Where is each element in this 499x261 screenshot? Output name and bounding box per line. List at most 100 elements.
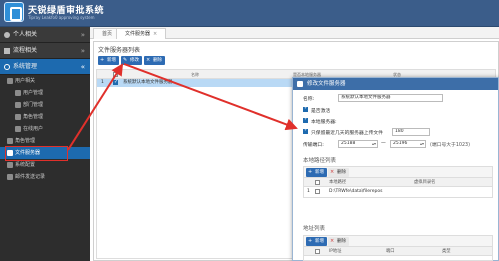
port-to-input[interactable]: 25196 ▴▾ xyxy=(390,140,426,148)
process-icon xyxy=(4,48,10,54)
column-header-ip: IP地址 xyxy=(329,249,342,254)
address-table: + 新增 × 删除 IP地址 端口 类型 xyxy=(303,235,493,261)
delete-icon: × xyxy=(146,57,151,63)
plus-icon: + xyxy=(100,57,105,63)
column-header-path: 本地路径 xyxy=(329,180,347,185)
sidebar-item-label: 在线用户 xyxy=(23,126,44,132)
sidebar-item-label: 角色管理 xyxy=(15,138,36,144)
sidebar-item-user-management[interactable]: 用户管理 xyxy=(0,87,90,99)
column-header-virtual: 虚拟目录名 xyxy=(414,180,436,185)
sidebar-group-system[interactable]: 系统管理 « xyxy=(0,59,90,75)
retain-days-input[interactable]: 180 xyxy=(392,128,430,136)
port-separator: — xyxy=(381,141,386,146)
select-all-addresses-checkbox[interactable] xyxy=(315,249,320,254)
sidebar-item-label: 系统配置 xyxy=(15,162,36,168)
port-to-value: 25196 xyxy=(393,141,408,146)
sidebar-item-label: 部门管理 xyxy=(23,102,44,108)
select-all-checkbox[interactable] xyxy=(113,72,118,77)
sidebar-item-online-users[interactable]: 在线用户 xyxy=(0,123,90,135)
local-paths-table: + 新增 × 删除 本地路径 虚拟目录名 1 D:\TRWfe\data\filer… xyxy=(303,166,493,198)
sidebar-item-user-related[interactable]: 用户相关 xyxy=(0,75,90,87)
role-icon xyxy=(15,114,21,120)
address-header: IP地址 端口 类型 xyxy=(304,247,492,256)
enable-checkbox[interactable] xyxy=(303,105,308,112)
local-paths-title: 本地路径列表 xyxy=(303,158,337,164)
sidebar-item-label: 邮件发送记录 xyxy=(15,174,46,180)
online-user-icon xyxy=(15,126,21,132)
sidebar-group-personal[interactable]: 个人相关 » xyxy=(0,27,90,43)
tab-label: 文件服务器 xyxy=(125,31,151,37)
port-hint: (端口号大于1023) xyxy=(430,143,470,148)
highlight-box xyxy=(5,146,68,161)
delete-button-label: 删除 xyxy=(153,58,162,63)
user-icon xyxy=(15,90,21,96)
gear-icon xyxy=(4,64,10,70)
close-icon[interactable]: × xyxy=(153,31,157,37)
user-icon xyxy=(4,32,10,38)
edit-file-server-dialog: 修改文件服务器 名称: 系统默认本地文件服务器 是否激活 本地服务器: 只保留最… xyxy=(292,77,499,261)
delete-path-label: 删除 xyxy=(337,170,346,175)
delete-icon: × xyxy=(330,169,335,175)
local-server-checkbox[interactable] xyxy=(303,116,308,123)
config-icon xyxy=(7,162,13,168)
name-input[interactable]: 系统默认本地文件服务器 xyxy=(338,94,443,102)
column-header-port: 端口 xyxy=(386,249,395,254)
department-icon xyxy=(15,102,21,108)
port-label: 传输端口: xyxy=(303,143,324,148)
sidebar-item-department-management[interactable]: 部门管理 xyxy=(0,99,90,111)
column-header-type: 类型 xyxy=(442,249,451,254)
local-paths-header: 本地路径 虚拟目录名 xyxy=(304,178,492,187)
sidebar-group-process[interactable]: 流程相关 » xyxy=(0,43,90,59)
sidebar-group-label: 流程相关 xyxy=(13,47,38,54)
edit-button-label: 修改 xyxy=(130,58,139,63)
retain-days-label: 只保留最近几天的服务器上传文件 xyxy=(311,131,383,136)
port-from-value: 25188 xyxy=(341,141,356,146)
local-paths-toolbar: + 新增 × 删除 xyxy=(304,167,492,178)
add-button[interactable]: + 新增 xyxy=(98,56,119,65)
add-path-button[interactable]: + 新增 xyxy=(306,168,327,177)
local-path-row[interactable]: 1 D:\TRWfe\data\filerepos xyxy=(304,187,492,197)
page-title: 文件服务器列表 xyxy=(98,47,141,54)
row-checkbox[interactable] xyxy=(315,189,320,194)
tab-file-server[interactable]: 文件服务器 × xyxy=(116,28,167,39)
sidebar-group-label: 个人相关 xyxy=(13,31,38,38)
app-subtitle: Tipray Leakfo0 approving system xyxy=(28,15,95,20)
add-address-button[interactable]: + 新增 xyxy=(306,237,327,246)
address-list-title: 地址列表 xyxy=(303,226,326,232)
tab-label: 首页 xyxy=(102,31,113,37)
select-all-paths-checkbox[interactable] xyxy=(315,180,320,185)
enable-label: 是否激活 xyxy=(311,109,331,114)
tab-bar: 首页 文件服务器 × xyxy=(90,27,499,39)
column-header-name: 名称 xyxy=(191,72,199,77)
row-checkbox[interactable] xyxy=(113,78,118,86)
users-icon xyxy=(7,78,13,84)
app-logo-icon xyxy=(4,2,24,22)
port-from-input[interactable]: 25188 ▴▾ xyxy=(338,140,378,148)
delete-button[interactable]: × 删除 xyxy=(144,56,165,65)
chevron-icon: « xyxy=(80,63,85,71)
edit-icon: ✎ xyxy=(123,57,128,63)
chevron-icon: » xyxy=(80,47,85,55)
sidebar: 个人相关 » 流程相关 » 系统管理 « 用户相关 用户管理 部门管理 角色管理… xyxy=(0,27,90,261)
chevron-icon: » xyxy=(80,31,85,39)
app-header: 天锐绿盾审批系统 Tipray Leakfo0 approving system xyxy=(0,0,499,27)
name-label: 名称: xyxy=(303,97,315,102)
spinner-icon[interactable]: ▴▾ xyxy=(372,141,376,147)
local-server-label: 本地服务器: xyxy=(311,120,337,125)
sidebar-item-mail-log[interactable]: 邮件发送记录 xyxy=(0,171,90,183)
add-address-label: 新增 xyxy=(315,239,324,244)
sidebar-item-label: 用户管理 xyxy=(23,90,44,96)
row-path: D:\TRWfe\data\filerepos xyxy=(329,189,383,194)
role-icon xyxy=(7,138,13,144)
spinner-icon[interactable]: ▴▾ xyxy=(420,141,424,147)
edit-button[interactable]: ✎ 修改 xyxy=(121,56,142,65)
retain-days-checkbox[interactable] xyxy=(303,127,308,134)
delete-path-button[interactable]: × 删除 xyxy=(328,168,349,177)
plus-icon: + xyxy=(308,169,313,175)
delete-address-button[interactable]: × 删除 xyxy=(328,237,349,246)
mail-icon xyxy=(7,174,13,180)
delete-icon: × xyxy=(330,238,335,244)
dialog-icon xyxy=(297,81,303,87)
sidebar-item-label: 用户相关 xyxy=(15,78,36,84)
sidebar-item-role-management[interactable]: 角色管理 xyxy=(0,111,90,123)
